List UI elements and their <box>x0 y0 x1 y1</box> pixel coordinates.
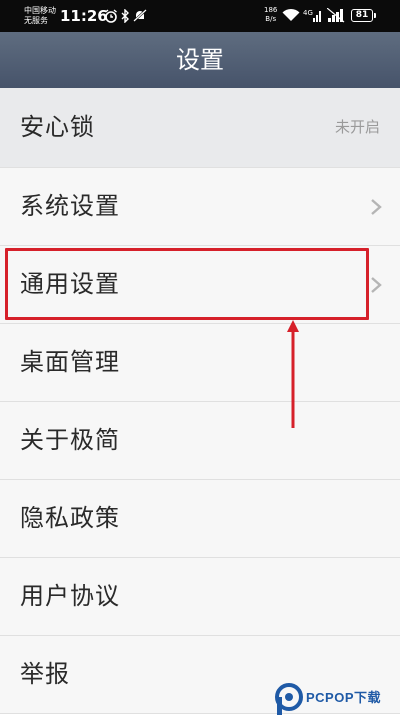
wifi-icon <box>282 8 300 21</box>
settings-item-label: 举报 <box>20 660 70 688</box>
page-title: 设置 <box>176 46 224 74</box>
arrow-up-icon <box>287 320 299 428</box>
carrier-name: 中国移动 <box>24 6 56 15</box>
network-speed-unit: B/s <box>265 15 277 23</box>
svg-text:4G: 4G <box>303 9 313 17</box>
network-speed-value: 186 <box>264 6 278 14</box>
settings-list: 安心锁 未开启 系统设置 通用设置 桌面管理 关于极简 隐私政策 用户协议 举报 <box>0 88 400 714</box>
status-bar: 中国移动 无服务 11:26 186 B/s 4G 81 <box>0 0 400 32</box>
chevron-right-icon <box>371 199 382 215</box>
settings-item-label: 关于极简 <box>20 426 120 454</box>
watermark: PCPOP下载 <box>272 682 400 718</box>
security-lock-status: 未开启 <box>334 118 380 136</box>
settings-item-label: 用户协议 <box>20 582 120 610</box>
service-status: 无服务 <box>24 16 48 25</box>
network-speed: 186 B/s <box>264 6 277 24</box>
alarm-icon <box>105 9 117 23</box>
settings-item-user-agreement[interactable]: 用户协议 <box>0 558 400 636</box>
settings-item-privacy-policy[interactable]: 隐私政策 <box>0 480 400 558</box>
settings-item-system-settings[interactable]: 系统设置 <box>0 168 400 246</box>
settings-item-desktop-management[interactable]: 桌面管理 <box>0 324 400 402</box>
pcpop-logo-icon <box>275 683 303 715</box>
bluetooth-icon <box>121 9 129 23</box>
settings-item-label: 隐私政策 <box>20 504 120 532</box>
signal-4g-icon: 4G <box>303 9 321 22</box>
highlight-box <box>5 248 369 320</box>
signal-icon <box>327 8 345 23</box>
carrier-info: 中国移动 无服务 <box>24 6 56 26</box>
battery-indicator: 81 <box>351 9 376 22</box>
clock: 11:26 <box>60 7 108 25</box>
settings-item-label: 系统设置 <box>20 192 120 220</box>
settings-item-label: 桌面管理 <box>20 348 120 376</box>
chevron-right-icon <box>371 277 382 293</box>
settings-item-about[interactable]: 关于极简 <box>0 402 400 480</box>
mute-icon <box>133 9 147 22</box>
battery-level: 81 <box>355 10 369 20</box>
settings-item-security-lock[interactable]: 安心锁 未开启 <box>0 88 400 168</box>
title-bar: 设置 <box>0 32 400 88</box>
settings-item-label: 安心锁 <box>20 113 95 141</box>
watermark-text: PCPOP下载 <box>306 690 382 705</box>
